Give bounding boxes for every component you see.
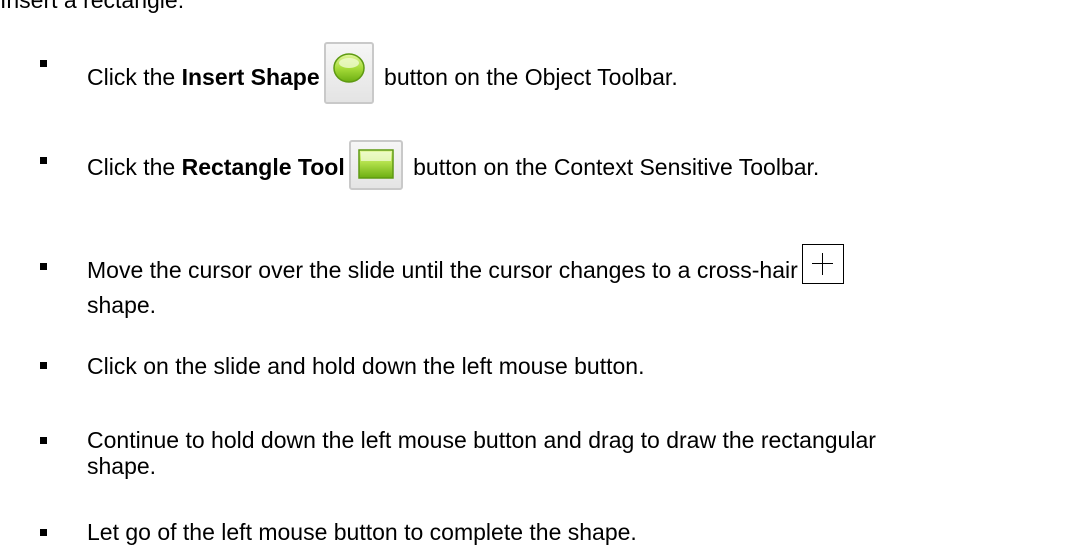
bullet (40, 263, 47, 270)
step-text-prefix: Click the (87, 64, 182, 91)
step-text-line2: shape. (87, 292, 157, 318)
step-text-bold: Rectangle Tool (181, 154, 345, 181)
step-text-line1: Continue to hold down the left mouse but… (87, 427, 876, 453)
step-text: Let go of the left mouse button to compl… (87, 519, 637, 545)
bullet (40, 157, 47, 164)
bullet (40, 437, 47, 444)
step-text-suffix: button on the Context Sensitive Toolbar. (406, 154, 820, 181)
bullet (40, 60, 47, 67)
bullet (40, 362, 47, 369)
insert-shape-icon (323, 42, 374, 104)
bullet (40, 529, 47, 536)
intro-text: Insert a rectangle: (0, 0, 185, 13)
rectangle-tool-icon (348, 140, 403, 190)
step-text-line2: shape. (87, 453, 157, 479)
crosshair-cursor-icon (801, 244, 844, 284)
step-text-line1: Move the cursor over the slide until the… (87, 257, 798, 284)
step-text-suffix: button on the Object Toolbar. (377, 64, 678, 91)
step-text-prefix: Click the (87, 154, 182, 181)
step-text: Click on the slide and hold down the lef… (87, 353, 645, 379)
step-text-bold: Insert Shape (181, 64, 320, 91)
